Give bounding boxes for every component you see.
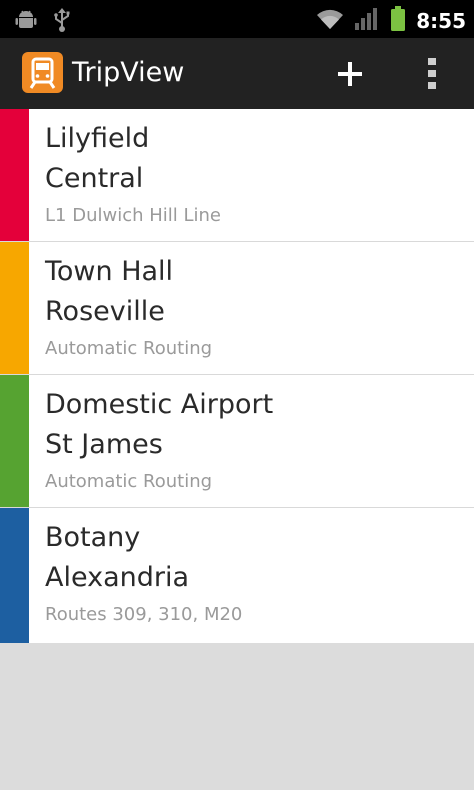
trip-destination: Alexandria bbox=[45, 562, 190, 593]
battery-icon bbox=[390, 6, 406, 36]
usb-icon bbox=[52, 7, 72, 37]
trip-origin: Botany bbox=[45, 522, 141, 553]
trip-list: Lilyfield Central L1 Dulwich Hill Line T… bbox=[0, 109, 474, 643]
add-icon bbox=[338, 62, 362, 86]
trip-origin: Town Hall bbox=[45, 256, 174, 287]
trip-destination: Central bbox=[45, 163, 144, 194]
trip-destination: St James bbox=[45, 429, 163, 460]
trip-route: L1 Dulwich Hill Line bbox=[45, 205, 221, 226]
trip-route: Routes 309, 310, M20 bbox=[45, 604, 243, 625]
trip-origin: Domestic Airport bbox=[45, 389, 274, 420]
signal-icon bbox=[354, 7, 380, 35]
wifi-icon bbox=[316, 7, 344, 35]
route-color-stripe bbox=[0, 242, 29, 374]
trip-route: Automatic Routing bbox=[45, 471, 213, 492]
trip-row-airport-stjames[interactable]: Domestic Airport St James Automatic Rout… bbox=[0, 375, 474, 508]
overflow-menu-button[interactable] bbox=[416, 54, 448, 94]
app-title: TripView bbox=[72, 57, 185, 88]
app-logo-icon[interactable] bbox=[22, 52, 63, 93]
add-trip-button[interactable] bbox=[330, 56, 370, 92]
trip-row-lilyfield-central[interactable]: Lilyfield Central L1 Dulwich Hill Line bbox=[0, 109, 474, 242]
trip-destination: Roseville bbox=[45, 296, 165, 327]
route-color-stripe bbox=[0, 375, 29, 507]
status-bar: 8:55 bbox=[0, 0, 474, 38]
trip-row-botany-alexandria[interactable]: Botany Alexandria Routes 309, 310, M20 bbox=[0, 508, 474, 643]
clock: 8:55 bbox=[416, 9, 466, 33]
route-color-stripe bbox=[0, 109, 29, 241]
trip-origin: Lilyfield bbox=[45, 123, 150, 154]
route-color-stripe bbox=[0, 508, 29, 643]
trip-route: Automatic Routing bbox=[45, 338, 213, 359]
overflow-menu-icon bbox=[428, 58, 436, 89]
trip-row-townhall-roseville[interactable]: Town Hall Roseville Automatic Routing bbox=[0, 242, 474, 375]
android-icon bbox=[14, 8, 38, 36]
